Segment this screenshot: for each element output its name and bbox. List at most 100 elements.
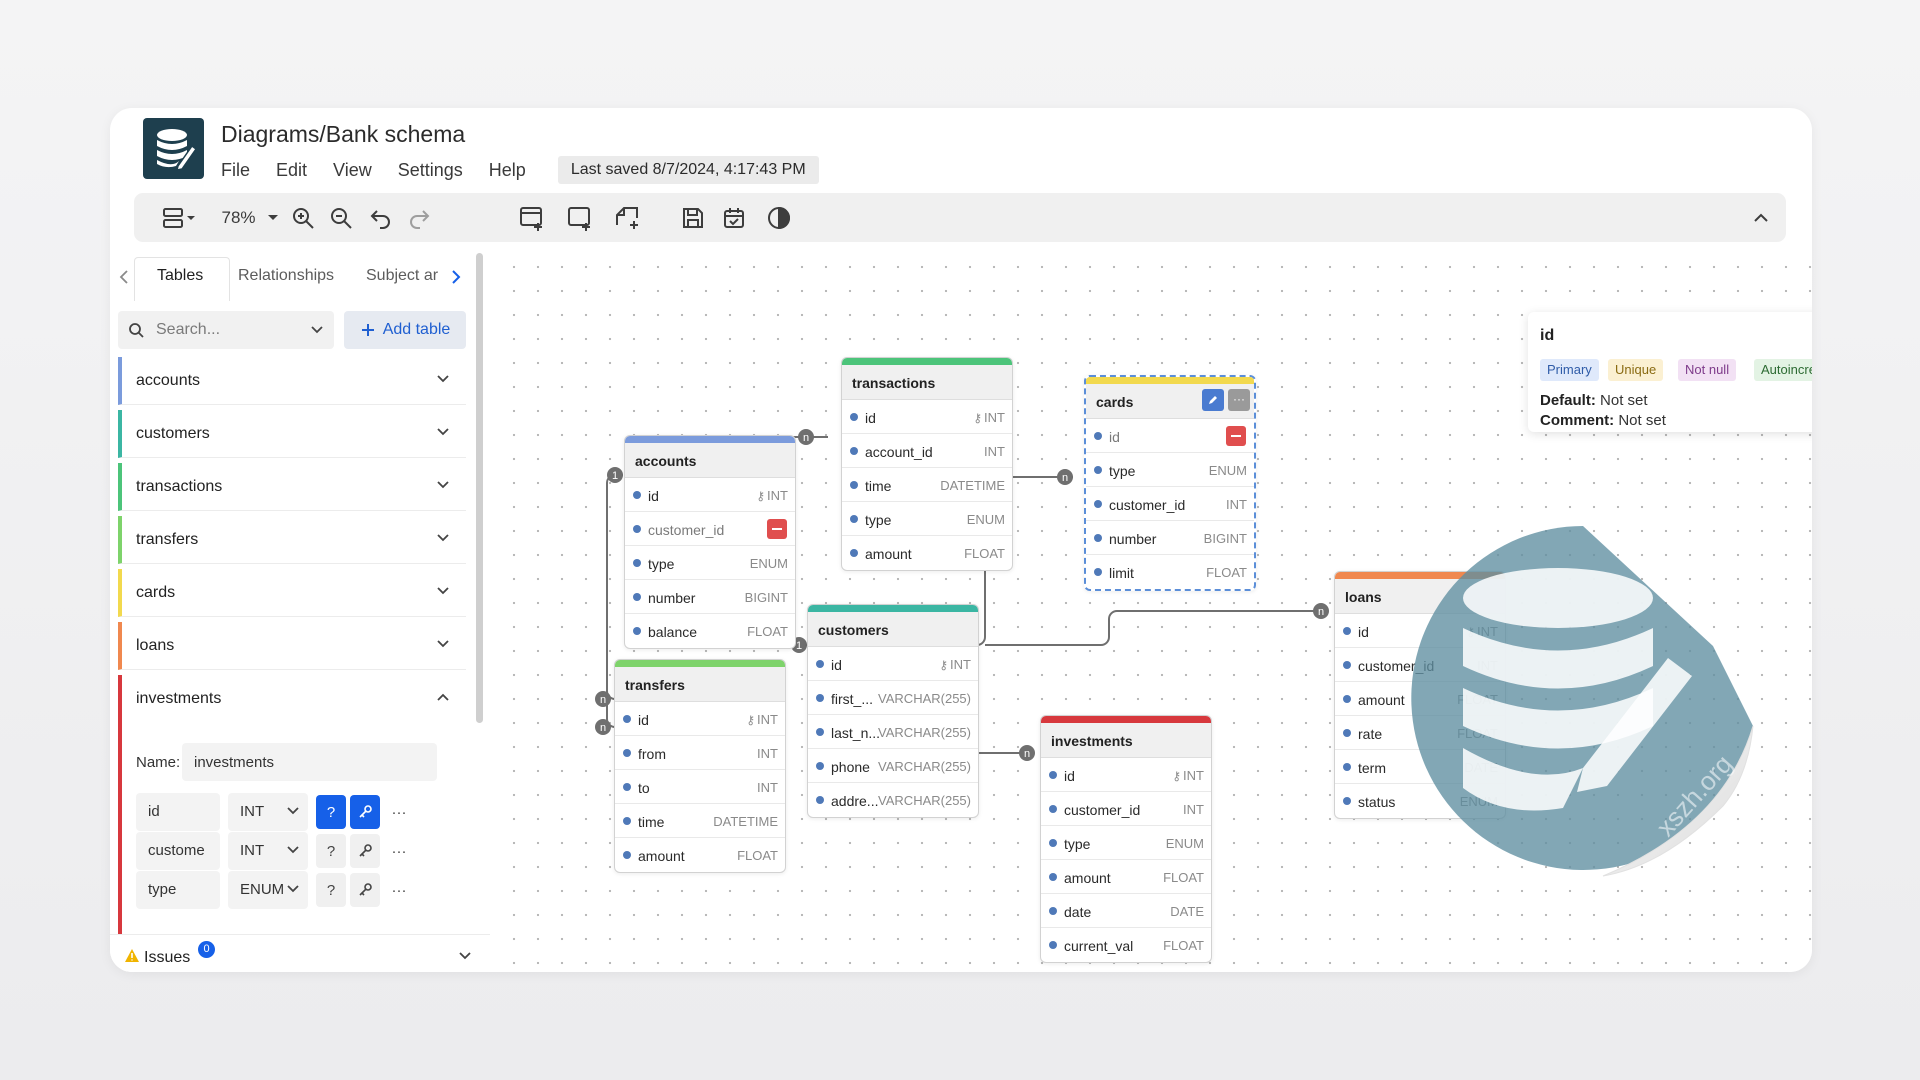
table-field-row[interactable]: amount FLOAT <box>1335 682 1505 716</box>
field-handle-dot[interactable] <box>1343 763 1351 771</box>
menu-edit[interactable]: Edit <box>276 160 307 181</box>
field-handle-dot[interactable] <box>1049 941 1057 949</box>
field-handle-dot[interactable] <box>623 715 631 723</box>
field-handle-dot[interactable] <box>1049 873 1057 881</box>
field-handle-dot[interactable] <box>1094 500 1102 508</box>
layout-menu-button[interactable] <box>156 193 202 242</box>
table-field-row[interactable]: first_... VARCHAR(255) <box>808 681 978 715</box>
table-field-row[interactable]: phone VARCHAR(255) <box>808 749 978 783</box>
table-field-row[interactable]: number BIGINT <box>1086 521 1254 555</box>
field-handle-dot[interactable] <box>1049 907 1057 915</box>
table-cards[interactable]: cards ··· id type ENUM customer_id INT number BI… <box>1084 375 1256 591</box>
field-handle-dot[interactable] <box>850 481 858 489</box>
field-handle-dot[interactable] <box>633 559 641 567</box>
table-field-row[interactable]: time DATETIME <box>615 804 785 838</box>
table-field-row[interactable]: balance FLOAT <box>625 614 795 648</box>
table-header[interactable]: transfers <box>615 660 785 702</box>
table-transfers[interactable]: transfers id ⚷ INT from INT to INT time DATETIME a… <box>614 659 786 873</box>
field-handle-dot[interactable] <box>633 525 641 533</box>
table-header[interactable]: investments <box>1041 716 1211 758</box>
field-handle-dot[interactable] <box>1343 627 1351 635</box>
zoom-select[interactable]: 78% <box>220 193 282 242</box>
table-field-row[interactable]: amount FLOAT <box>615 838 785 872</box>
field-name-input[interactable]: id <box>136 793 220 831</box>
field-handle-dot[interactable] <box>816 660 824 668</box>
zoom-in-button[interactable] <box>286 193 320 242</box>
tab-relationships[interactable]: Relationships <box>238 267 334 285</box>
table-field-row[interactable]: amount FLOAT <box>842 536 1012 570</box>
field-handle-dot[interactable] <box>850 413 858 421</box>
table-field-row[interactable]: type ENUM <box>1086 453 1254 487</box>
field-handle-dot[interactable] <box>1049 805 1057 813</box>
field-handle-dot[interactable] <box>1343 797 1351 805</box>
table-field-row[interactable]: from INT <box>615 736 785 770</box>
field-type-select[interactable]: INT <box>228 793 308 831</box>
primary-key-toggle[interactable] <box>350 834 380 868</box>
app-logo[interactable] <box>143 118 204 179</box>
table-more-button[interactable]: ··· <box>1228 389 1250 411</box>
table-header[interactable]: customers <box>808 605 978 647</box>
sidebar-table-cards[interactable]: cards <box>118 569 466 617</box>
add-note-tool-button[interactable] <box>610 193 646 242</box>
table-field-row[interactable]: status ENUM <box>1335 784 1505 818</box>
field-handle-dot[interactable] <box>623 817 631 825</box>
menu-file[interactable]: File <box>221 160 250 181</box>
table-field-row[interactable]: type ENUM <box>625 546 795 580</box>
table-field-row[interactable]: id ⚷ INT <box>842 400 1012 434</box>
edit-table-button[interactable] <box>1202 389 1224 411</box>
table-header[interactable]: cards ··· <box>1086 377 1254 419</box>
field-handle-dot[interactable] <box>850 447 858 455</box>
field-handle-dot[interactable] <box>623 851 631 859</box>
table-field-row[interactable]: time DATETIME <box>842 468 1012 502</box>
search-input[interactable] <box>156 311 306 349</box>
save-button[interactable] <box>676 193 710 242</box>
field-handle-dot[interactable] <box>850 549 858 557</box>
issues-panel[interactable]: Issues 0 <box>110 934 490 972</box>
field-name-input[interactable]: type <box>136 871 220 909</box>
table-field-row[interactable]: id ⚷ INT <box>808 647 978 681</box>
field-more-button[interactable]: ··· <box>384 873 414 907</box>
table-customers[interactable]: customers id ⚷ INT first_... VARCHAR(255) last… <box>807 604 979 818</box>
table-transactions[interactable]: transactions id ⚷ INT account_id INT time DATET… <box>841 357 1013 571</box>
redo-button[interactable] <box>402 193 436 242</box>
table-header[interactable]: transactions <box>842 358 1012 400</box>
undo-button[interactable] <box>364 193 398 242</box>
not-null-toggle[interactable]: ? <box>316 795 346 829</box>
field-type-select[interactable]: ENUM <box>228 871 308 909</box>
table-investments[interactable]: investments id ⚷ INT customer_id INT type ENUM a… <box>1040 715 1212 963</box>
table-field-row[interactable]: account_id INT <box>842 434 1012 468</box>
table-field-row[interactable]: customer_id <box>625 512 795 546</box>
table-field-row[interactable]: customer_id INT <box>1041 792 1211 826</box>
sidebar-table-transfers[interactable]: transfers <box>118 516 466 564</box>
field-handle-dot[interactable] <box>816 728 824 736</box>
chevron-right-icon[interactable] <box>450 269 462 285</box>
menu-settings[interactable]: Settings <box>398 160 463 181</box>
table-field-row[interactable]: customer_id INT <box>1086 487 1254 521</box>
collapse-toolbar-button[interactable] <box>1744 193 1778 242</box>
field-handle-dot[interactable] <box>816 796 824 804</box>
primary-key-toggle[interactable] <box>350 795 380 829</box>
sidebar-table-loans[interactable]: loans <box>118 622 466 670</box>
sidebar-scrollbar[interactable] <box>476 253 483 723</box>
sidebar-table-customers[interactable]: customers <box>118 410 466 458</box>
table-loans[interactable]: loans id ⚷ INT customer_id INT amount FLOAT rate… <box>1334 571 1506 819</box>
chevron-down-icon[interactable] <box>310 325 324 335</box>
field-type-select[interactable]: INT <box>228 832 308 870</box>
theme-toggle-button[interactable] <box>762 193 796 242</box>
field-name-input[interactable]: custome <box>136 832 220 870</box>
not-null-toggle[interactable]: ? <box>316 873 346 907</box>
table-field-row[interactable]: limit FLOAT <box>1086 555 1254 589</box>
delete-field-button[interactable] <box>1226 426 1246 446</box>
table-header[interactable]: loans <box>1335 572 1505 614</box>
table-field-row[interactable]: rate FLOAT <box>1335 716 1505 750</box>
tab-subject-areas[interactable]: Subject ar <box>366 267 438 285</box>
field-more-button[interactable]: ··· <box>384 795 414 829</box>
not-null-toggle[interactable]: ? <box>316 834 346 868</box>
field-handle-dot[interactable] <box>1049 839 1057 847</box>
table-field-row[interactable]: amount FLOAT <box>1041 860 1211 894</box>
diagram-canvas[interactable]: 1 1 n n n n 1 1 n n n accountsid⚷INTcust… <box>496 249 1812 972</box>
diagram-title[interactable]: Diagrams/Bank schema <box>221 121 465 148</box>
table-field-row[interactable]: type ENUM <box>842 502 1012 536</box>
add-table-tool-button[interactable] <box>514 193 550 242</box>
primary-key-toggle[interactable] <box>350 873 380 907</box>
